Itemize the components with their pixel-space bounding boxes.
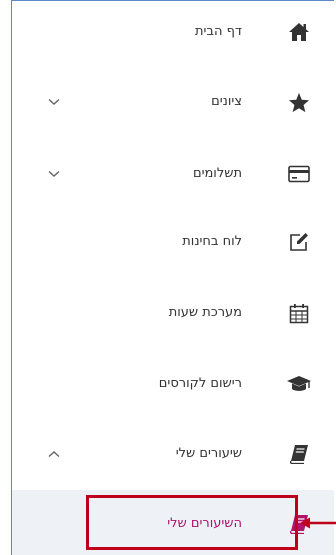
chevron-down-icon[interactable] (46, 166, 62, 182)
sidebar-menu: דף הבית ציונים תשלומים לוח בחינות מערכת … (12, 0, 334, 555)
book-icon (286, 442, 312, 466)
home-icon (286, 20, 312, 44)
sidebar-item-label: דף הבית (194, 24, 242, 39)
sidebar-item-label: רישום לקורסים (158, 376, 242, 391)
chevron-down-icon[interactable] (46, 94, 62, 110)
sidebar-item-label: שיעורים שלי (175, 446, 242, 461)
credit-card-icon (286, 162, 312, 186)
sidebar-item-payments[interactable]: תשלומים (12, 154, 334, 194)
sidebar-item-grades[interactable]: ציונים (12, 82, 334, 122)
highlight-box (86, 495, 298, 550)
graduation-cap-icon (286, 372, 312, 396)
calendar-icon (286, 301, 312, 325)
edit-icon (286, 230, 312, 254)
arrow-left-icon (300, 514, 336, 529)
star-icon (286, 90, 312, 114)
sidebar-item-label: תשלומים (192, 166, 242, 181)
sidebar-item-label: מערכת שעות (168, 305, 242, 320)
sidebar-item-label: ציונים (211, 94, 242, 109)
chevron-up-icon[interactable] (46, 446, 62, 462)
sidebar-item-timetable[interactable]: מערכת שעות (12, 293, 334, 333)
sidebar-item-exam-schedule[interactable]: לוח בחינות (12, 222, 334, 262)
sidebar-item-home[interactable]: דף הבית (12, 12, 334, 52)
sidebar-item-label: לוח בחינות (182, 234, 242, 249)
sidebar-item-my-lessons[interactable]: שיעורים שלי (12, 434, 334, 474)
sidebar-item-course-registration[interactable]: רישום לקורסים (12, 364, 334, 404)
